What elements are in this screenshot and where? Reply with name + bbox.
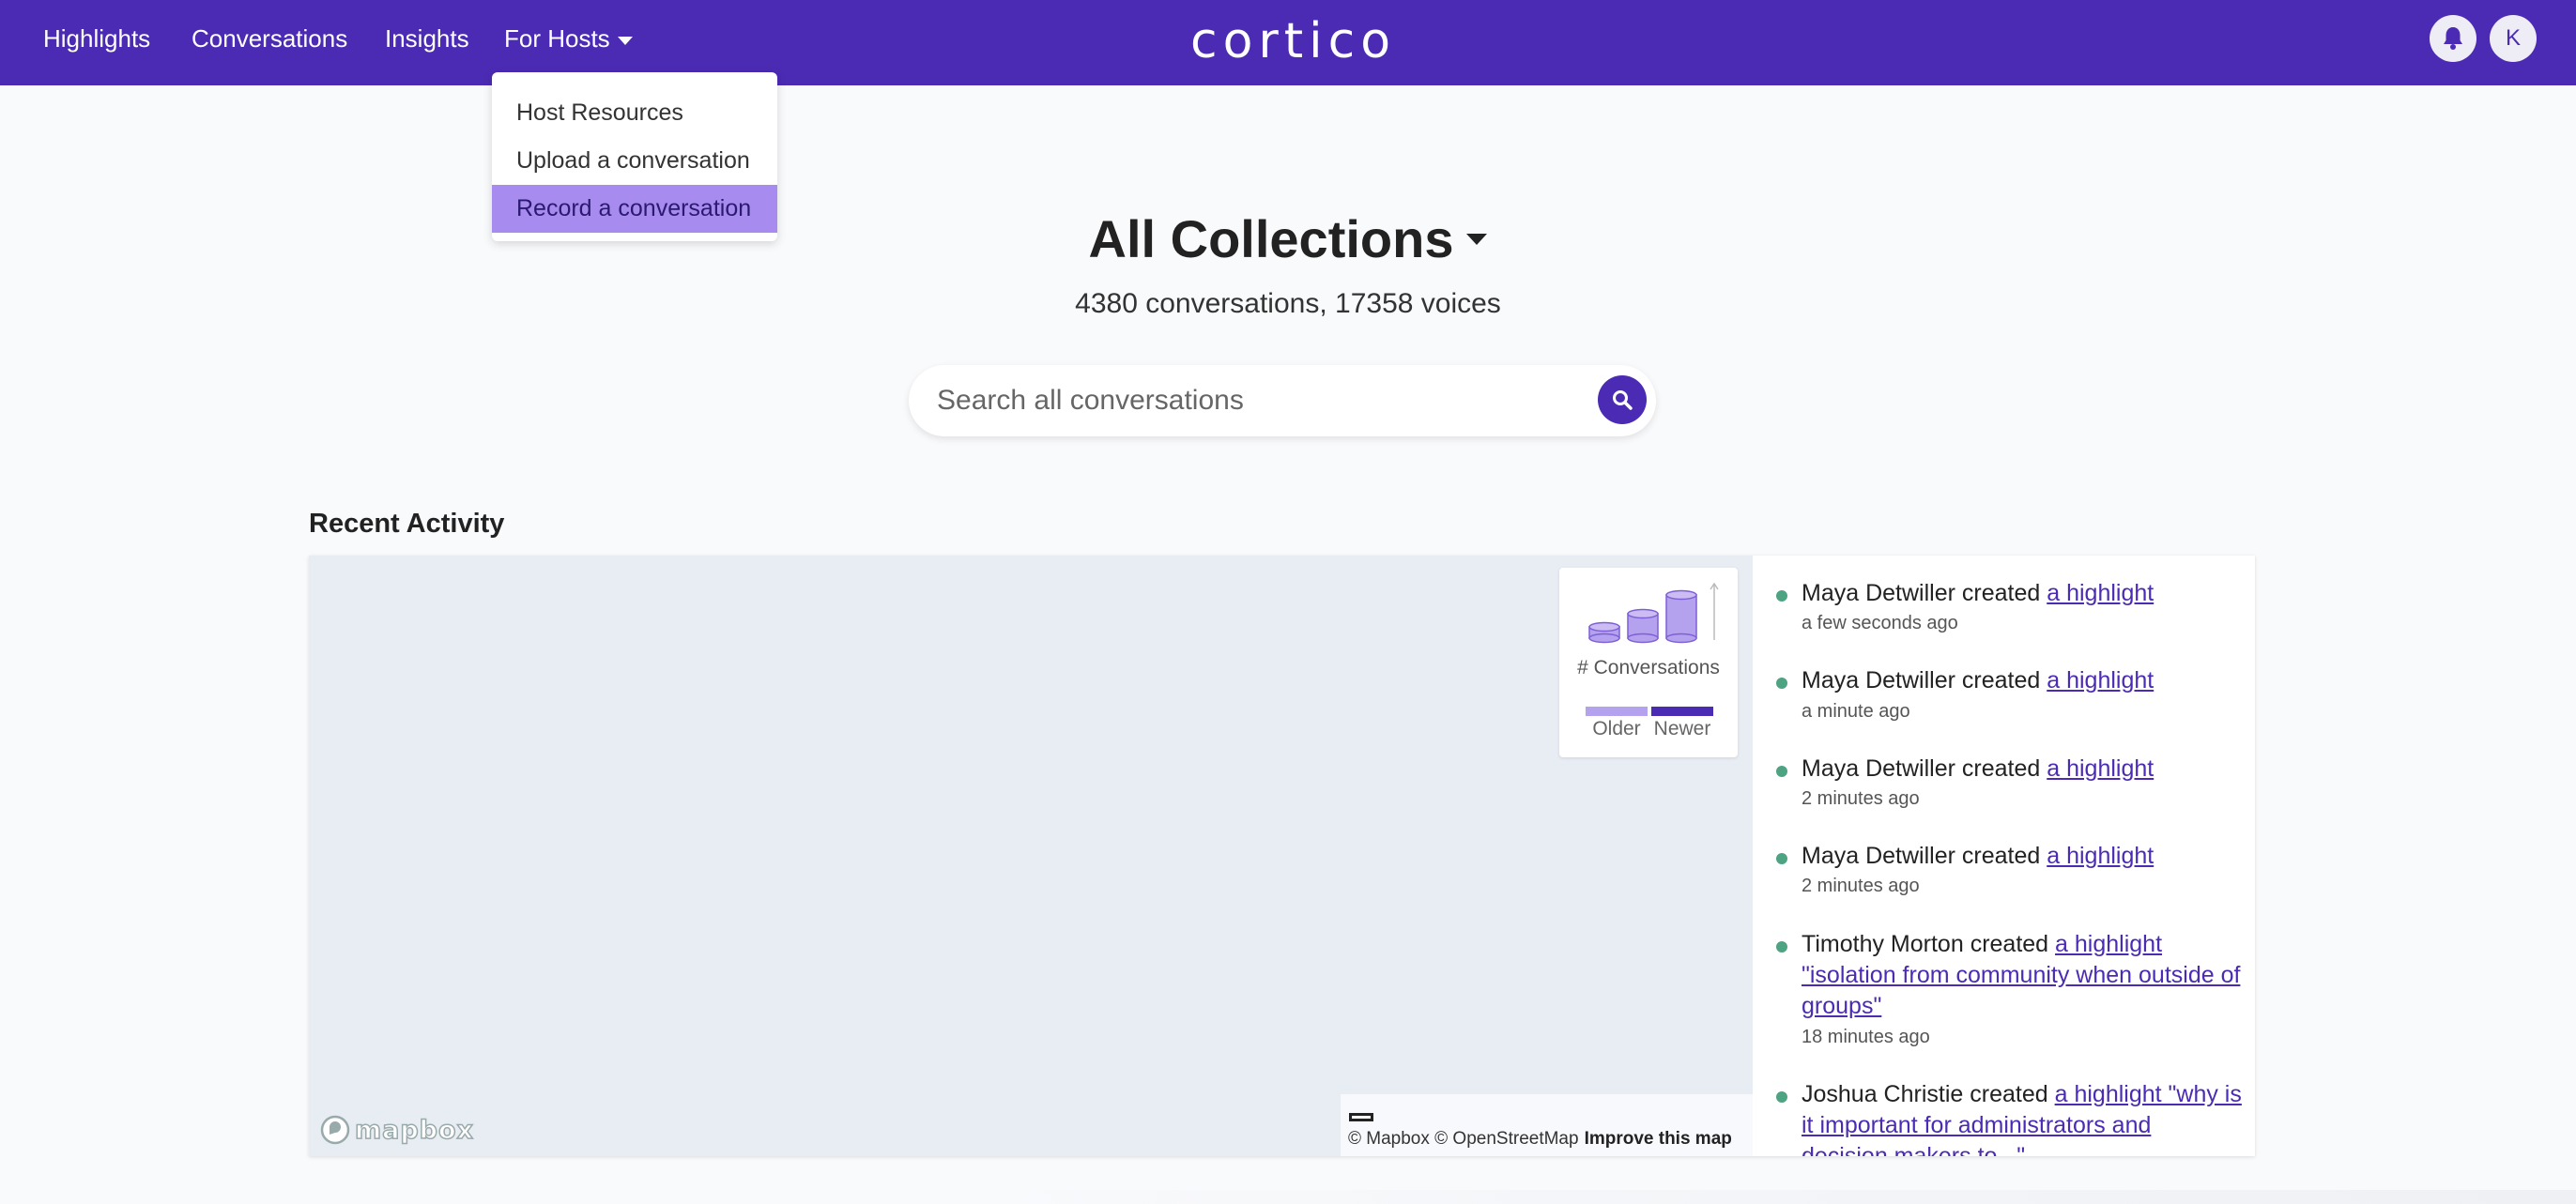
notifications-button[interactable] [2430, 15, 2476, 62]
attribution-copyright[interactable]: © Mapbox © OpenStreetMap [1348, 1129, 1579, 1149]
feed-user: Timothy Morton [1802, 931, 1964, 957]
section-title: Recent Activity [309, 509, 505, 539]
highlight-link[interactable]: a highlight [2047, 755, 2154, 782]
highlight-link[interactable]: a highlight [2047, 580, 2154, 606]
feed-timestamp: 2 minutes ago [1802, 876, 1920, 896]
menu-item-host-resources[interactable]: Host Resources [492, 89, 777, 137]
status-dot [1776, 678, 1787, 689]
nav-for-hosts[interactable]: For Hosts [504, 0, 633, 77]
feed-text: Joshua Christie created a highlight "why… [1802, 1079, 2243, 1156]
collection-selector[interactable]: All Collections [0, 208, 2576, 269]
legend-newer-swatch [1651, 707, 1713, 716]
collection-stats: 4380 conversations, 17358 voices [1075, 288, 1501, 319]
nav-highlights[interactable]: Highlights [43, 0, 150, 77]
page-footer-shade [939, 1190, 2576, 1204]
activity-map[interactable] [309, 556, 1753, 1156]
feed-timestamp: 2 minutes ago [1802, 788, 1920, 809]
feed-timestamp: a minute ago [1802, 701, 1910, 722]
feed-text: Maya Detwiller created a highlight [1802, 578, 2243, 609]
feed-verb: created [1961, 755, 2041, 782]
highlight-link[interactable]: a highlight [2047, 843, 2154, 869]
feed-user: Joshua Christie [1802, 1081, 1964, 1107]
status-dot [1776, 766, 1787, 777]
feed-user: Maya Detwiller [1802, 667, 1955, 693]
cortico-logo[interactable]: cortico [1190, 13, 1396, 69]
feed-text: Maya Detwiller created a highlight [1802, 841, 2243, 872]
mapbox-mark-icon [320, 1115, 350, 1145]
feed-user: Maya Detwiller [1802, 843, 1955, 869]
legend-older-label: Older [1592, 718, 1641, 739]
feed-verb: created [1970, 931, 2049, 957]
feed-user: Maya Detwiller [1802, 580, 1955, 606]
caret-down-icon [1466, 234, 1488, 246]
bell-icon [2444, 27, 2462, 50]
highlight-link[interactable]: a highlight [2047, 667, 2154, 693]
activity-feed[interactable]: Maya Detwiller created a highlight a few… [1753, 556, 2255, 1156]
caret-down-icon [617, 36, 633, 45]
conversation-volume-icon [1588, 582, 1719, 644]
nav-for-hosts-label: For Hosts [504, 24, 610, 53]
page-title: All Collections [1088, 209, 1454, 268]
search-bar [909, 365, 1656, 436]
legend-older-swatch [1586, 707, 1648, 716]
feed-timestamp: a few seconds ago [1802, 613, 1958, 633]
feed-user: Maya Detwiller [1802, 755, 1955, 782]
feed-verb: created [1970, 1081, 2048, 1107]
nav-conversations[interactable]: Conversations [192, 0, 347, 77]
search-icon [1613, 390, 1633, 410]
search-input[interactable] [937, 374, 1556, 427]
feed-verb: created [1961, 580, 2041, 606]
improve-map-link[interactable]: Improve this map [1585, 1129, 1732, 1149]
legend-newer-label: Newer [1653, 718, 1711, 739]
status-dot [1776, 941, 1787, 953]
map-attribution-text: © Mapbox © OpenStreetMap Improve this map [1348, 1129, 1732, 1150]
nav-insights[interactable]: Insights [385, 0, 469, 77]
feed-text: Timothy Morton created a highlight "isol… [1802, 929, 2243, 1022]
feed-verb: created [1961, 667, 2041, 693]
mapbox-wordmark: mapbox [354, 1115, 474, 1146]
feed-text: Maya Detwiller created a highlight [1802, 754, 2243, 785]
status-dot [1776, 590, 1787, 602]
menu-item-upload-conversation[interactable]: Upload a conversation [492, 137, 777, 185]
feed-verb: created [1961, 843, 2041, 869]
legend-label: # Conversations [1577, 657, 1720, 678]
feed-timestamp: 18 minutes ago [1802, 1027, 1930, 1047]
mapbox-logo[interactable]: mapbox [319, 1114, 474, 1146]
map-scale [1349, 1113, 1373, 1121]
status-dot [1776, 853, 1787, 864]
feed-text: Maya Detwiller created a highlight [1802, 665, 2243, 696]
user-avatar[interactable]: K [2490, 15, 2537, 62]
status-dot [1776, 1091, 1787, 1103]
search-button[interactable] [1598, 375, 1647, 424]
